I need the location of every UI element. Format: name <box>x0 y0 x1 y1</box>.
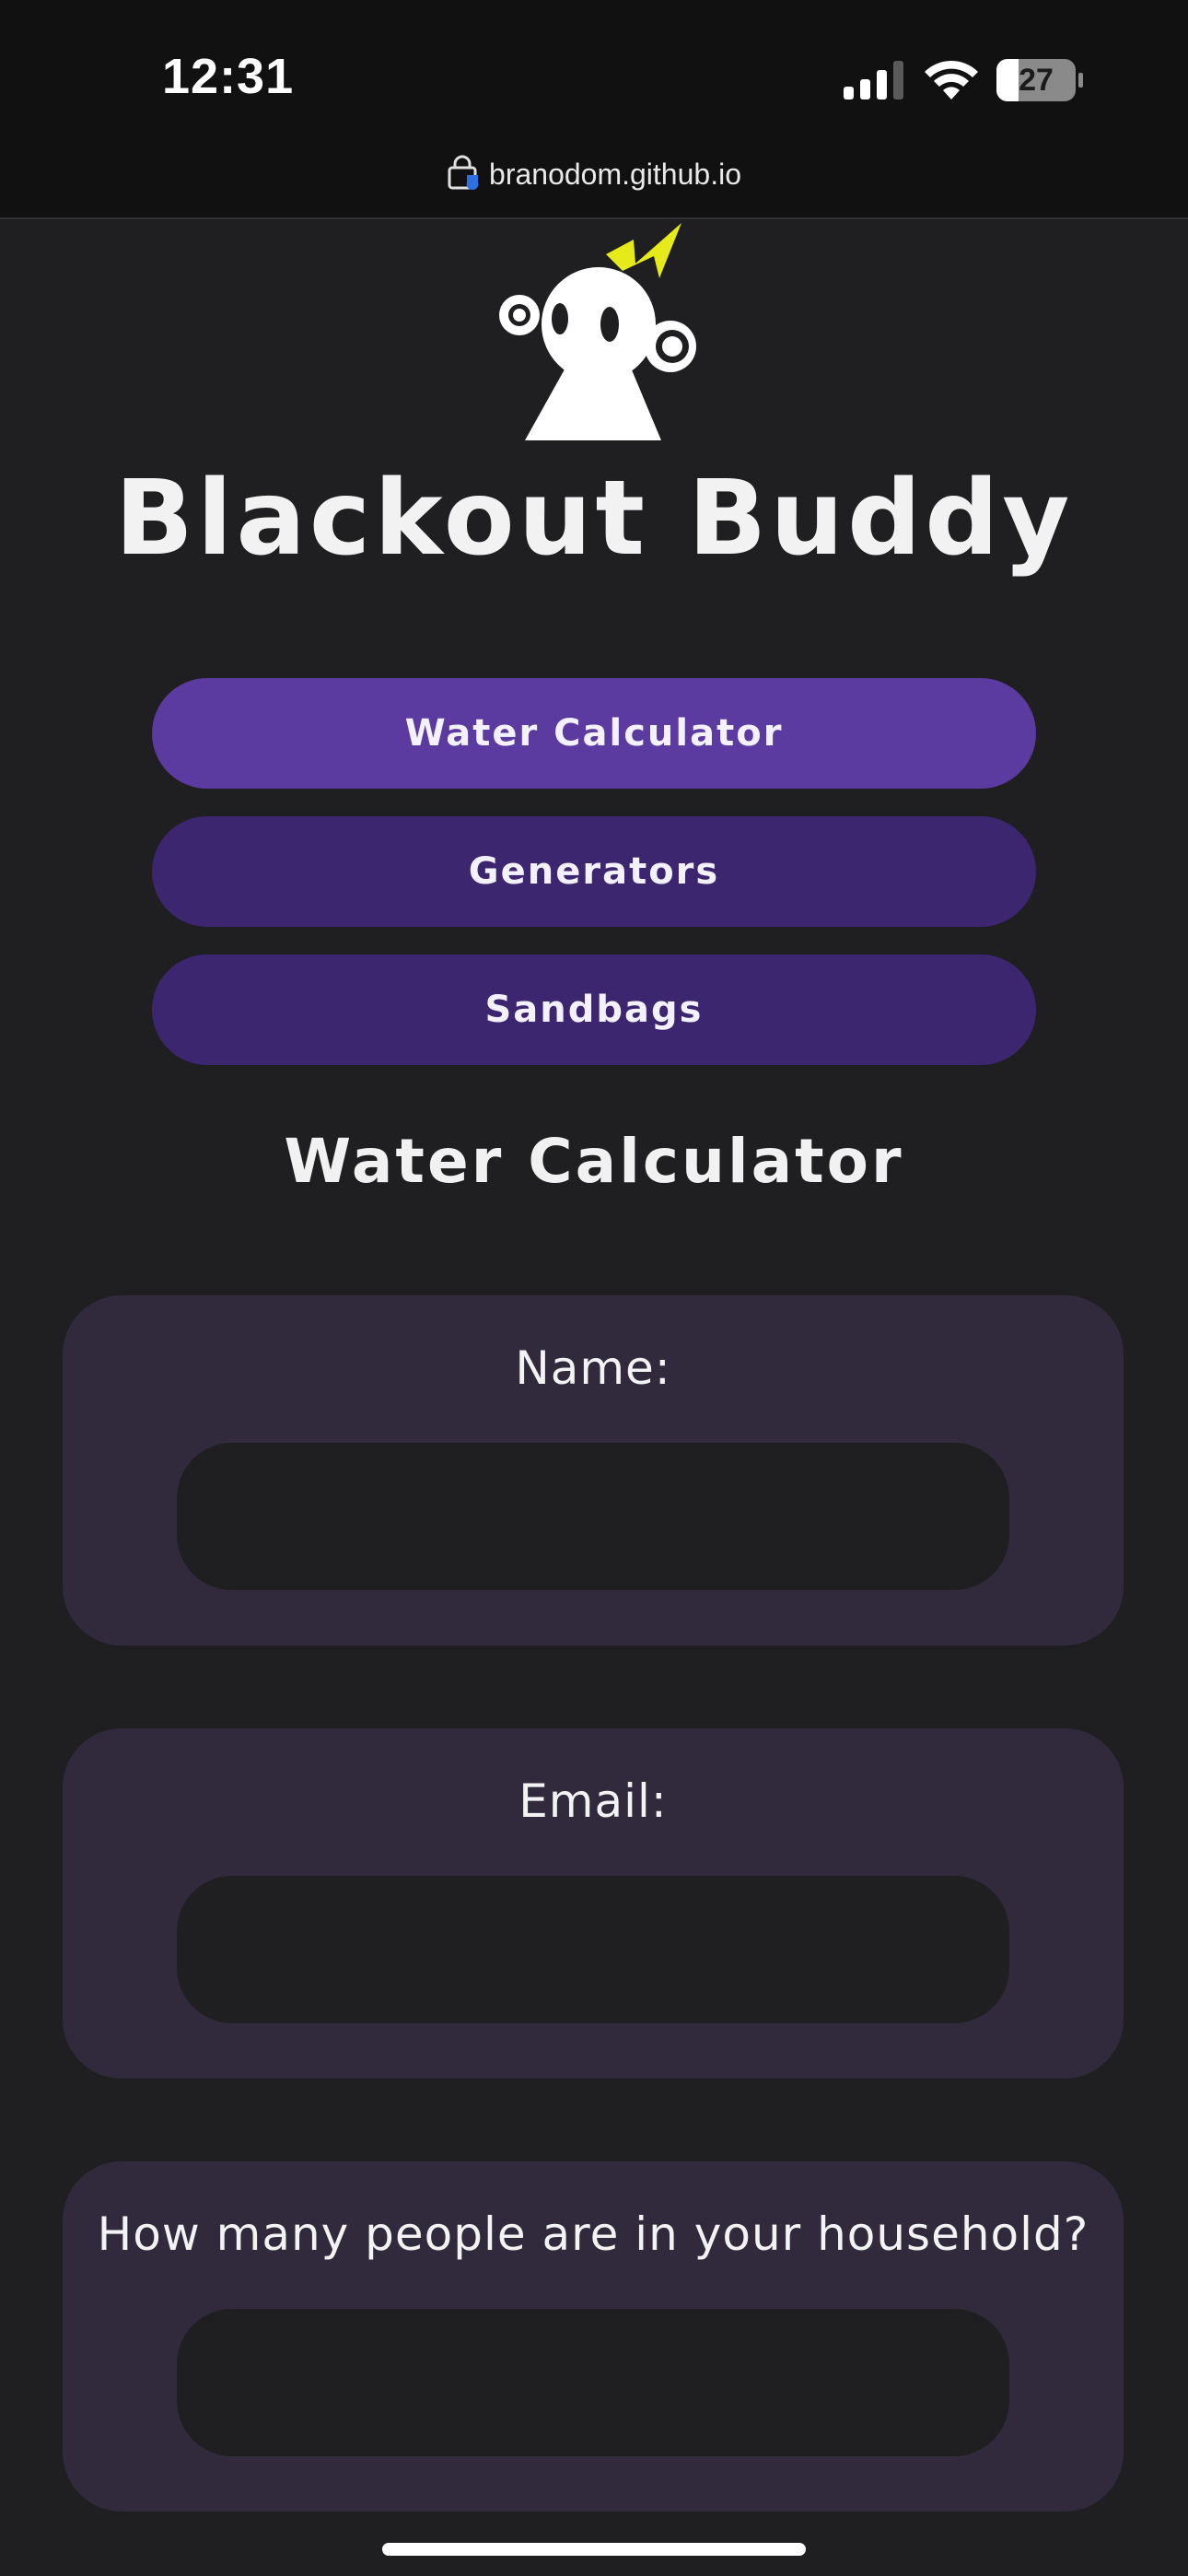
section-title: Water Calculator <box>284 1126 904 1197</box>
household-label: How many people are in your household? <box>97 2207 1089 2261</box>
status-bar: 12:31 27 branodom.github.io <box>0 0 1188 219</box>
app-title: Blackout Buddy <box>114 459 1074 579</box>
email-label: Email: <box>518 1774 668 1828</box>
blackout-buddy-logo-icon <box>499 223 696 440</box>
url-text: branodom.github.io <box>489 158 741 191</box>
lock-icon <box>448 155 479 191</box>
nav-water-calculator-button[interactable]: Water Calculator <box>152 678 1036 789</box>
email-field-card: Email: <box>63 1728 1124 2078</box>
nav-generators-button[interactable]: Generators <box>152 816 1036 927</box>
battery-level: 27 <box>1019 63 1054 98</box>
nav-sandbags-button[interactable]: Sandbags <box>152 954 1036 1065</box>
cellular-signal-icon <box>844 61 903 100</box>
name-label: Name: <box>515 1341 671 1395</box>
status-time: 12:31 <box>162 49 295 104</box>
household-input[interactable] <box>177 2309 1009 2456</box>
home-indicator[interactable] <box>382 2543 806 2556</box>
name-field-card: Name: <box>63 1295 1124 1645</box>
name-input[interactable] <box>177 1443 1009 1590</box>
wifi-icon <box>925 60 978 100</box>
address-bar[interactable]: branodom.github.io <box>0 155 1188 192</box>
email-input[interactable] <box>177 1876 1009 2023</box>
page: 12:31 27 branodom.github.io Blackout Bud… <box>0 0 1188 2576</box>
household-field-card: How many people are in your household? <box>63 2161 1124 2512</box>
